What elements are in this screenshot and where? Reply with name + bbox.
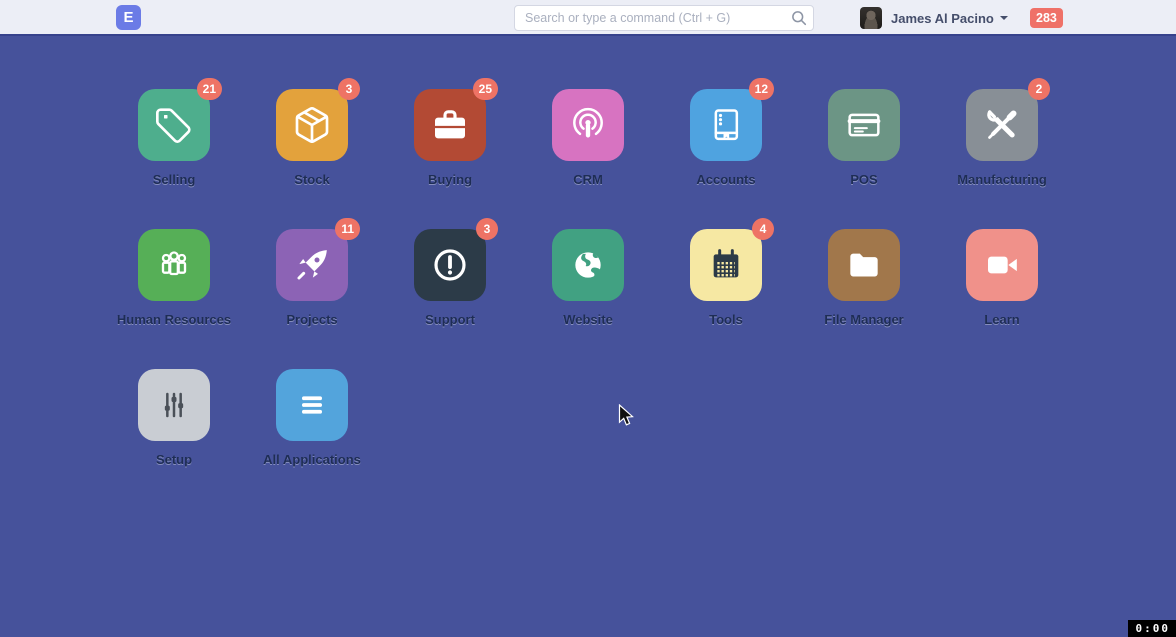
module-label: Website bbox=[563, 312, 613, 327]
search-input[interactable] bbox=[514, 5, 814, 31]
module-cell: 21 Selling bbox=[105, 89, 243, 229]
module-badge: 3 bbox=[338, 78, 360, 100]
module-tile-setup[interactable] bbox=[138, 369, 210, 441]
module-tile-projects[interactable]: 11 bbox=[276, 229, 348, 301]
module-label: File Manager bbox=[824, 312, 903, 327]
user-dropdown[interactable]: James Al Pacino bbox=[891, 11, 1008, 26]
alert-circle-icon bbox=[430, 245, 470, 285]
module-badge: 25 bbox=[473, 78, 498, 100]
search-icon bbox=[790, 9, 808, 27]
module-tile-crm[interactable] bbox=[552, 89, 624, 161]
people-icon bbox=[154, 245, 194, 285]
broadcast-icon bbox=[568, 105, 608, 145]
module-cell: Setup bbox=[105, 369, 243, 509]
module-label: Manufacturing bbox=[957, 172, 1047, 187]
top-navbar: E James Al Pacino 283 bbox=[0, 0, 1176, 36]
module-cell: 2 Manufacturing bbox=[933, 89, 1071, 229]
user-area: James Al Pacino 283 bbox=[860, 0, 1176, 36]
module-tile-accounts[interactable]: 12 bbox=[690, 89, 762, 161]
module-label: Stock bbox=[294, 172, 329, 187]
user-name: James Al Pacino bbox=[891, 11, 994, 26]
module-cell: CRM bbox=[519, 89, 657, 229]
notification-count-badge[interactable]: 283 bbox=[1030, 8, 1063, 28]
module-badge: 3 bbox=[476, 218, 498, 240]
module-label: All Applications bbox=[263, 452, 361, 467]
module-label: POS bbox=[850, 172, 877, 187]
module-tile-learn[interactable] bbox=[966, 229, 1038, 301]
module-cell: Learn bbox=[933, 229, 1071, 369]
module-label: Setup bbox=[156, 452, 192, 467]
module-tile-selling[interactable]: 21 bbox=[138, 89, 210, 161]
module-tile-buying[interactable]: 25 bbox=[414, 89, 486, 161]
briefcase-icon bbox=[430, 105, 470, 145]
module-cell: 11 Projects bbox=[243, 229, 381, 369]
module-label: Tools bbox=[709, 312, 743, 327]
module-label: Selling bbox=[153, 172, 196, 187]
module-grid: 21 Selling 3 Stock 25 Buying bbox=[105, 89, 1071, 509]
module-cell: 3 Support bbox=[381, 229, 519, 369]
module-cell: POS bbox=[795, 89, 933, 229]
module-cell: 25 Buying bbox=[381, 89, 519, 229]
wrench-screwdriver-icon bbox=[982, 105, 1022, 145]
module-label: Buying bbox=[428, 172, 472, 187]
module-tile-human-resources[interactable] bbox=[138, 229, 210, 301]
folder-icon bbox=[844, 245, 884, 285]
ledger-icon bbox=[706, 105, 746, 145]
module-cell: All Applications bbox=[243, 369, 381, 509]
module-tile-manufacturing[interactable]: 2 bbox=[966, 89, 1038, 161]
module-badge: 12 bbox=[749, 78, 774, 100]
app-logo-letter: E bbox=[123, 9, 133, 26]
module-tile-all-applications[interactable] bbox=[276, 369, 348, 441]
module-label: Support bbox=[425, 312, 475, 327]
module-cell: Website bbox=[519, 229, 657, 369]
credit-card-icon bbox=[844, 105, 884, 145]
global-search bbox=[514, 5, 814, 31]
module-cell: 4 Tools bbox=[657, 229, 795, 369]
module-tile-support[interactable]: 3 bbox=[414, 229, 486, 301]
chevron-down-icon bbox=[1000, 16, 1008, 20]
module-label: Learn bbox=[984, 312, 1019, 327]
module-cell: Human Resources bbox=[105, 229, 243, 369]
calendar-icon bbox=[706, 245, 746, 285]
sliders-icon bbox=[154, 385, 194, 425]
video-camera-icon bbox=[982, 245, 1022, 285]
recording-timer: 0:00 bbox=[1128, 620, 1176, 637]
module-tile-website[interactable] bbox=[552, 229, 624, 301]
menu-icon bbox=[292, 385, 332, 425]
module-cell: 12 Accounts bbox=[657, 89, 795, 229]
box-icon bbox=[292, 105, 332, 145]
module-tile-file-manager[interactable] bbox=[828, 229, 900, 301]
module-badge: 11 bbox=[335, 218, 360, 240]
module-label: Projects bbox=[286, 312, 337, 327]
module-label: CRM bbox=[573, 172, 603, 187]
user-avatar[interactable] bbox=[860, 7, 882, 29]
module-tile-stock[interactable]: 3 bbox=[276, 89, 348, 161]
module-cell: File Manager bbox=[795, 229, 933, 369]
module-badge: 21 bbox=[197, 78, 222, 100]
app-logo[interactable]: E bbox=[116, 5, 141, 30]
module-tile-tools[interactable]: 4 bbox=[690, 229, 762, 301]
tag-icon bbox=[154, 105, 194, 145]
module-badge: 4 bbox=[752, 218, 774, 240]
module-label: Human Resources bbox=[117, 312, 231, 327]
module-tile-pos[interactable] bbox=[828, 89, 900, 161]
module-badge: 2 bbox=[1028, 78, 1050, 100]
rocket-icon bbox=[292, 245, 332, 285]
globe-icon bbox=[568, 245, 608, 285]
module-cell: 3 Stock bbox=[243, 89, 381, 229]
module-label: Accounts bbox=[696, 172, 755, 187]
